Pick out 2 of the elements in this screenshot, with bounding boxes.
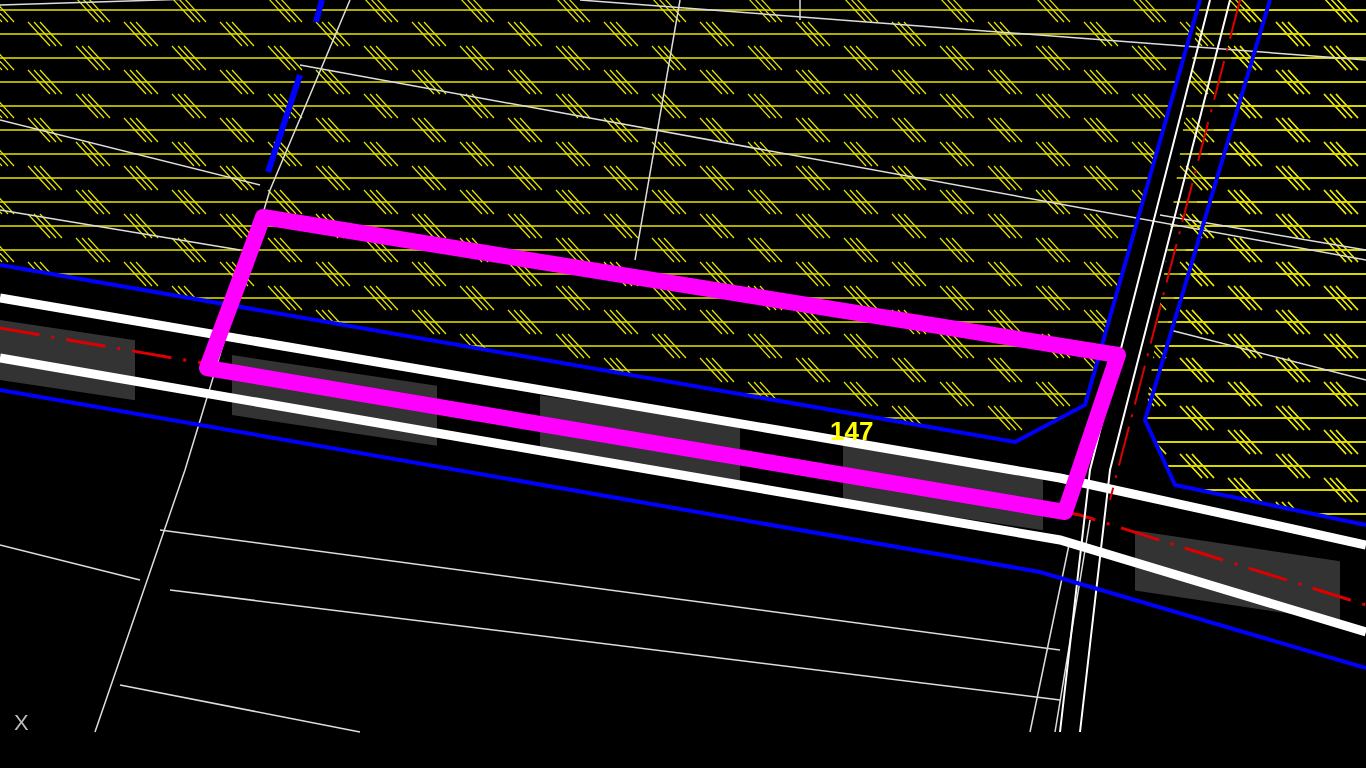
axis-label: X xyxy=(14,710,29,735)
parcel-number: 147 xyxy=(830,416,874,446)
